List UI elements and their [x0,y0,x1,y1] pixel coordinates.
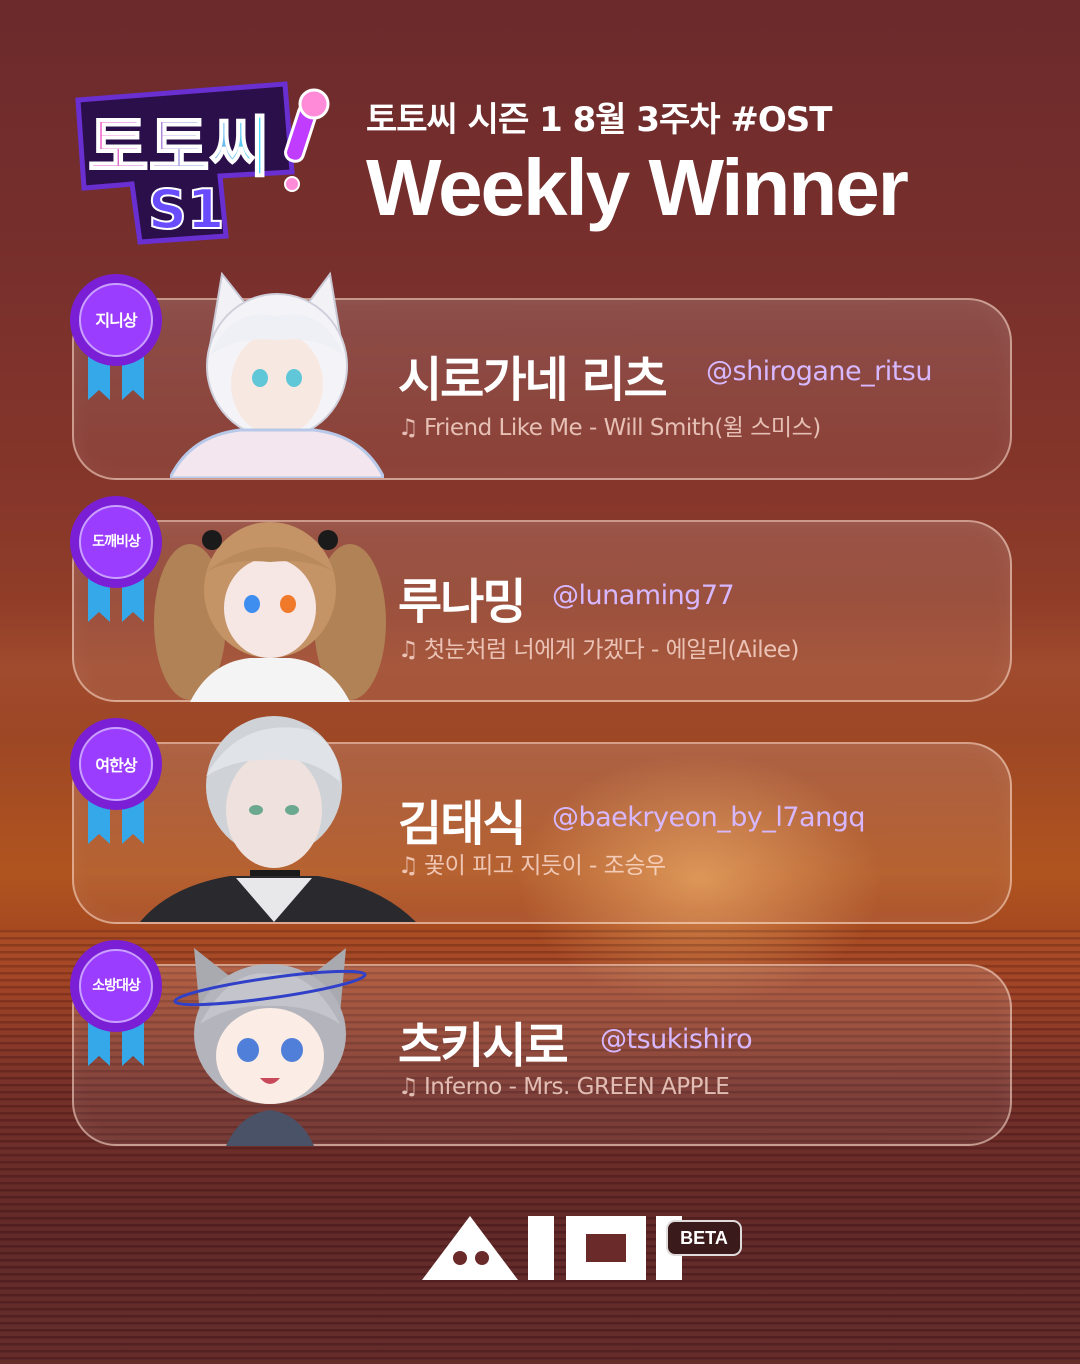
award-badge [70,718,162,844]
award-label: 지니상 [95,311,137,330]
season-logo-number: S1 [148,178,224,241]
song-line: ♫ 꽃이 피고 지듯이 - 조승우 [398,846,666,880]
header-title: Weekly Winner [366,143,909,232]
winner-handle[interactable]: @shirogane_ritsu [706,356,932,387]
award-label: 도깨비상 [92,534,141,550]
winner-avatar-brown-twintails-girl [154,522,386,702]
season-logo: 토토씨 S1 [75,81,330,245]
winner-name: 츠키시로 [398,1018,569,1074]
winner-avatar-silver-haired-man [140,716,416,922]
music-note-icon: ♫ [398,637,419,663]
winner-name: 시로가네 리츠 [398,352,668,408]
song-line: ♫ 첫눈처럼 너에게 가겠다 - 에일리(Ailee) [398,630,799,664]
microphone-icon [284,88,330,192]
award-badge [70,496,162,622]
music-note-icon: ♫ [398,853,419,879]
music-note-icon: ♫ [398,1074,419,1100]
song-line: ♫ Inferno - Mrs. GREEN APPLE [398,1074,730,1100]
award-label: 여한상 [95,756,137,775]
winner-avatar-grey-haired-chibi-boy [173,948,367,1146]
winner-name: 김태식 [398,796,526,852]
song-title: Friend Like Me - Will Smith(윌 스미스) [424,415,821,441]
season-logo-text: 토토씨 [88,109,270,186]
header-subtitle: 토토씨 시즌 1 8월 3주차 #OST [366,100,832,140]
award-label: 소방대상 [92,978,141,994]
song-title: 첫눈처럼 너에게 가겠다 - 에일리(Ailee) [424,637,799,663]
weekly-winner-poster: 토토씨 S1 토토씨 시즌 1 8월 3주차 #OST Weekly Winne… [0,0,1080,1364]
song-title: 꽃이 피고 지듯이 - 조승우 [424,853,666,879]
winner-handle[interactable]: @lunaming77 [552,580,735,611]
award-badge [70,274,162,400]
winner-handle[interactable]: @baekryeon_by_l7angq [552,802,866,833]
winner-avatar-white-haired-catboy [170,271,384,478]
music-note-icon: ♫ [398,415,419,441]
winner-name: 루나밍 [398,574,526,630]
song-line: ♫ Friend Like Me - Will Smith(윌 스미스) [398,408,821,442]
beta-badge: BETA [666,1220,742,1256]
winner-handle[interactable]: @tsukishiro [600,1024,753,1055]
song-title: Inferno - Mrs. GREEN APPLE [424,1074,730,1100]
award-badge [70,940,162,1066]
